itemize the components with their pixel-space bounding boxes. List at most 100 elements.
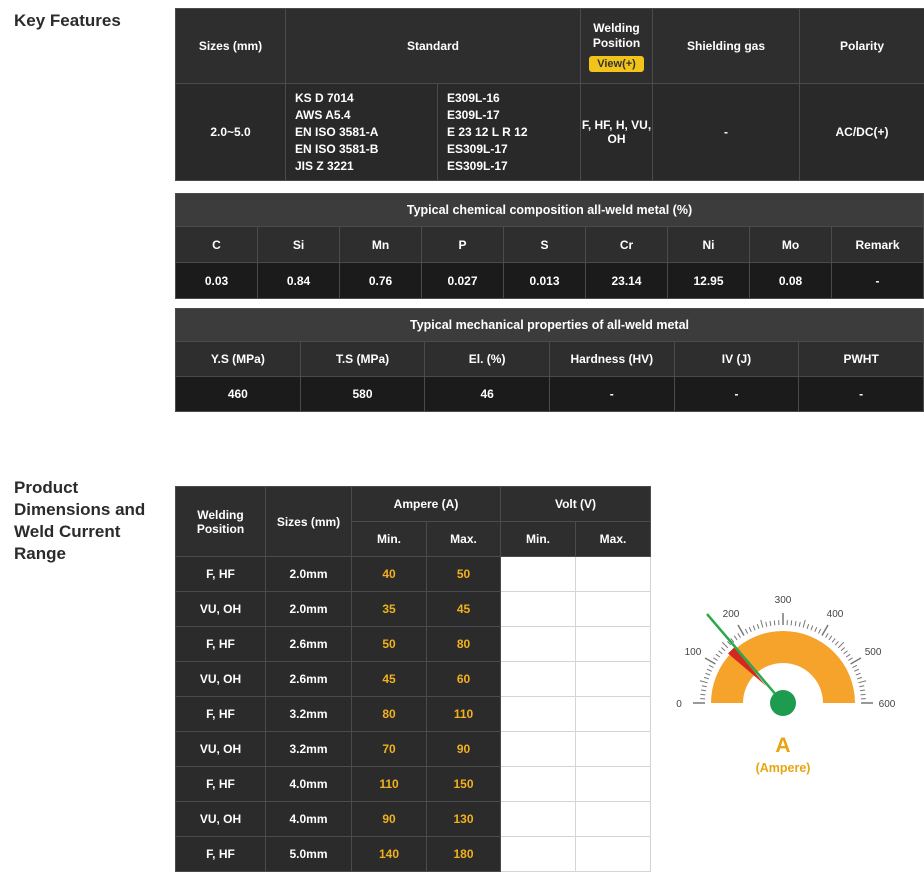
chem-value: 0.84 (257, 262, 340, 299)
mech-value: 580 (299, 376, 426, 412)
weld-current-range-table: Welding Position Sizes (mm) Ampere (A) V… (175, 486, 652, 872)
volt-min-cell (500, 661, 576, 697)
chem-value: 0.013 (503, 262, 586, 299)
table-row: VU, OH 4.0mm 90 130 (175, 801, 652, 837)
volt-max-header: Max. (574, 521, 652, 557)
size-cell: 4.0mm (265, 766, 352, 802)
range-sizes-header: Sizes (mm) (265, 486, 352, 557)
chem-value: - (831, 262, 924, 299)
welding-position-cell: F, HF (175, 556, 266, 592)
size-cell: 2.6mm (265, 661, 352, 697)
chem-col-header: Remark (831, 226, 924, 263)
mechanical-table-title: Typical mechanical properties of all-wel… (175, 308, 924, 342)
volt-min-header: Min. (500, 521, 576, 557)
svg-text:0: 0 (676, 699, 682, 710)
volt-max-cell (574, 591, 652, 627)
volt-min-cell (500, 836, 576, 872)
mech-value: - (673, 376, 800, 412)
size-cell: 5.0mm (265, 836, 352, 872)
size-cell: 4.0mm (265, 801, 352, 837)
mech-col-header: PWHT (798, 341, 924, 377)
mechanical-properties-table: Typical mechanical properties of all-wel… (175, 308, 924, 412)
chem-col-header: Mo (749, 226, 832, 263)
chem-value: 12.95 (667, 262, 750, 299)
chem-col-header: C (175, 226, 258, 263)
ampere-max-cell: 110 (426, 696, 501, 732)
volt-min-cell (500, 556, 576, 592)
ampere-min-cell: 70 (351, 731, 427, 767)
size-cell: 2.6mm (265, 626, 352, 662)
size-cell: 3.2mm (265, 731, 352, 767)
chem-value: 23.14 (585, 262, 668, 299)
welding-position-cell: VU, OH (175, 591, 266, 627)
sizes-header-cell: Sizes (mm) (175, 8, 286, 84)
key-features-row: 2.0~5.0 KS D 7014 AWS A5.4 EN ISO 3581-A… (175, 83, 924, 181)
volt-max-cell (574, 696, 652, 732)
volt-max-cell (574, 836, 652, 872)
welding-position-header-cell: Welding Position View(+) (580, 8, 654, 84)
ampere-min-cell: 35 (351, 591, 427, 627)
chem-value: 0.027 (421, 262, 504, 299)
polarity-value: AC/DC(+) (799, 83, 924, 181)
key-features-heading: Key Features (14, 11, 121, 30)
standard-header-cell: Standard (284, 8, 582, 84)
ampere-gauge-dial: 0 100 200 300 400 500 600 (676, 595, 896, 716)
ampere-max-cell: 60 (426, 661, 501, 697)
welding-position-value: F, HF, H, VU, OH (580, 83, 654, 181)
welding-position-cell: F, HF (175, 626, 266, 662)
table-row: VU, OH 2.6mm 45 60 (175, 661, 652, 697)
chem-col-header: Ni (667, 226, 750, 263)
chem-col-header: Cr (585, 226, 668, 263)
table-row: F, HF 3.2mm 80 110 (175, 696, 652, 732)
welding-position-cell: F, HF (175, 766, 266, 802)
ampere-min-cell: 45 (351, 661, 427, 697)
volt-min-cell (500, 766, 576, 802)
welding-position-header-label: Welding Position (592, 20, 641, 50)
volt-min-cell (500, 696, 576, 732)
ampere-max-cell: 130 (426, 801, 501, 837)
chemical-composition-table: Typical chemical composition all-weld me… (175, 193, 924, 299)
ampere-max-cell: 45 (426, 591, 501, 627)
table-row: F, HF 2.6mm 50 80 (175, 626, 652, 662)
svg-text:500: 500 (865, 647, 882, 658)
view-button[interactable]: View(+) (589, 55, 644, 72)
volt-min-cell (500, 626, 576, 662)
volt-min-cell (500, 591, 576, 627)
gauge-unit-label: A (775, 734, 791, 757)
volt-min-cell (500, 731, 576, 767)
sizes-value: 2.0~5.0 (175, 83, 286, 181)
range-volt-header: Volt (V) (499, 486, 652, 522)
table-row: VU, OH 2.0mm 35 45 (175, 591, 652, 627)
ampere-gauge: 0 100 200 300 400 500 600 A (Ampere) (653, 575, 913, 775)
ampere-max-header: Max. (426, 521, 501, 557)
standard-classes-value: E309L-16 E309L-17 E 23 12 L R 12 ES309L-… (436, 83, 582, 181)
shielding-gas-header-cell: Shielding gas (652, 8, 801, 84)
mech-value: - (798, 376, 924, 412)
chem-col-header: Si (257, 226, 340, 263)
mech-col-header: Y.S (MPa) (175, 341, 301, 377)
product-dimensions-heading: Product Dimensions and Weld Current Rang… (14, 478, 146, 563)
chem-col-header: Mn (339, 226, 422, 263)
ampere-max-cell: 180 (426, 836, 501, 872)
volt-max-cell (574, 626, 652, 662)
size-cell: 3.2mm (265, 696, 352, 732)
mech-col-header: IV (J) (673, 341, 800, 377)
chem-col-header: S (503, 226, 586, 263)
table-row: F, HF 2.0mm 40 50 (175, 556, 652, 592)
ampere-min-cell: 50 (351, 626, 427, 662)
mech-col-header: Hardness (HV) (548, 341, 675, 377)
svg-text:600: 600 (879, 699, 896, 710)
volt-max-cell (574, 801, 652, 837)
welding-position-cell: VU, OH (175, 731, 266, 767)
chemical-table-title: Typical chemical composition all-weld me… (175, 193, 924, 227)
svg-text:100: 100 (685, 647, 702, 658)
ampere-max-cell: 150 (426, 766, 501, 802)
ampere-min-cell: 140 (351, 836, 427, 872)
table-row: VU, OH 3.2mm 70 90 (175, 731, 652, 767)
size-cell: 2.0mm (265, 556, 352, 592)
range-welding-position-header: Welding Position (175, 486, 266, 557)
mech-col-header: El. (%) (424, 341, 550, 377)
polarity-header-cell: Polarity (799, 8, 924, 84)
volt-max-cell (574, 731, 652, 767)
volt-max-cell (574, 556, 652, 592)
